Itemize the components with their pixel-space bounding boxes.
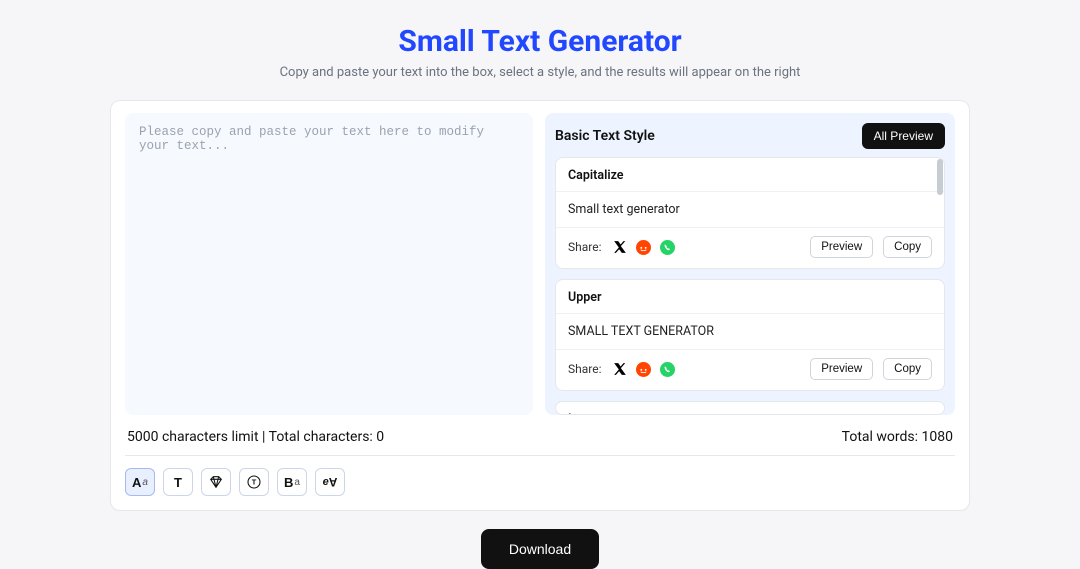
tab-font[interactable]: T: [163, 468, 193, 496]
style-name: Upper: [556, 280, 944, 314]
svg-text:T: T: [252, 478, 257, 487]
tab-diamond[interactable]: [201, 468, 231, 496]
whatsapp-icon[interactable]: [660, 239, 676, 255]
x-icon[interactable]: [612, 361, 628, 377]
page-subtitle: Copy and paste your text into the box, s…: [0, 65, 1080, 80]
styles-scroll[interactable]: Capitalize Small text generator Share: P…: [555, 157, 945, 415]
reddit-icon[interactable]: [636, 239, 652, 255]
style-name: Capitalize: [556, 158, 944, 192]
copy-button[interactable]: Copy: [883, 236, 932, 258]
copy-button[interactable]: Copy: [883, 358, 932, 380]
tab-case[interactable]: Aa: [125, 468, 155, 496]
stats-row: 5000 characters limit | Total characters…: [125, 415, 955, 456]
tab-reverse[interactable]: eA: [315, 468, 345, 496]
style-output: Small text generator: [556, 192, 944, 228]
styles-panel: Basic Text Style All Preview Capitalize …: [545, 113, 955, 415]
style-name: Lower: [556, 402, 944, 414]
tab-bold[interactable]: Ba: [277, 468, 307, 496]
reddit-icon[interactable]: [636, 361, 652, 377]
circle-t-icon: T: [246, 474, 262, 490]
diamond-icon: [208, 474, 224, 490]
total-chars-label: Total characters:: [269, 429, 373, 445]
whatsapp-icon[interactable]: [660, 361, 676, 377]
scrollbar-thumb[interactable]: [937, 159, 943, 195]
tab-circle-t[interactable]: T: [239, 468, 269, 496]
style-output: SMALL TEXT GENERATOR: [556, 314, 944, 350]
styles-heading: Basic Text Style: [555, 128, 655, 144]
main-card: Basic Text Style All Preview Capitalize …: [110, 100, 970, 511]
total-chars-value: 0: [376, 429, 384, 445]
style-tabs: Aa T T Ba eA: [125, 456, 955, 496]
preview-button[interactable]: Preview: [810, 236, 873, 258]
share-label: Share:: [568, 240, 602, 254]
style-card-upper: Upper SMALL TEXT GENERATOR Share: Previe…: [555, 279, 945, 391]
preview-button[interactable]: Preview: [810, 358, 873, 380]
all-preview-button[interactable]: All Preview: [862, 123, 945, 149]
page-title: Small Text Generator: [0, 0, 1080, 59]
style-card-capitalize: Capitalize Small text generator Share: P…: [555, 157, 945, 269]
total-words-label: Total words:: [842, 429, 918, 445]
style-card-lower: Lower: [555, 401, 945, 415]
share-label: Share:: [568, 362, 602, 376]
download-button[interactable]: Download: [481, 529, 599, 569]
char-limit-label: 5000 characters limit: [127, 429, 259, 445]
text-input[interactable]: [125, 113, 533, 415]
total-words-value: 1080: [922, 429, 953, 445]
x-icon[interactable]: [612, 239, 628, 255]
